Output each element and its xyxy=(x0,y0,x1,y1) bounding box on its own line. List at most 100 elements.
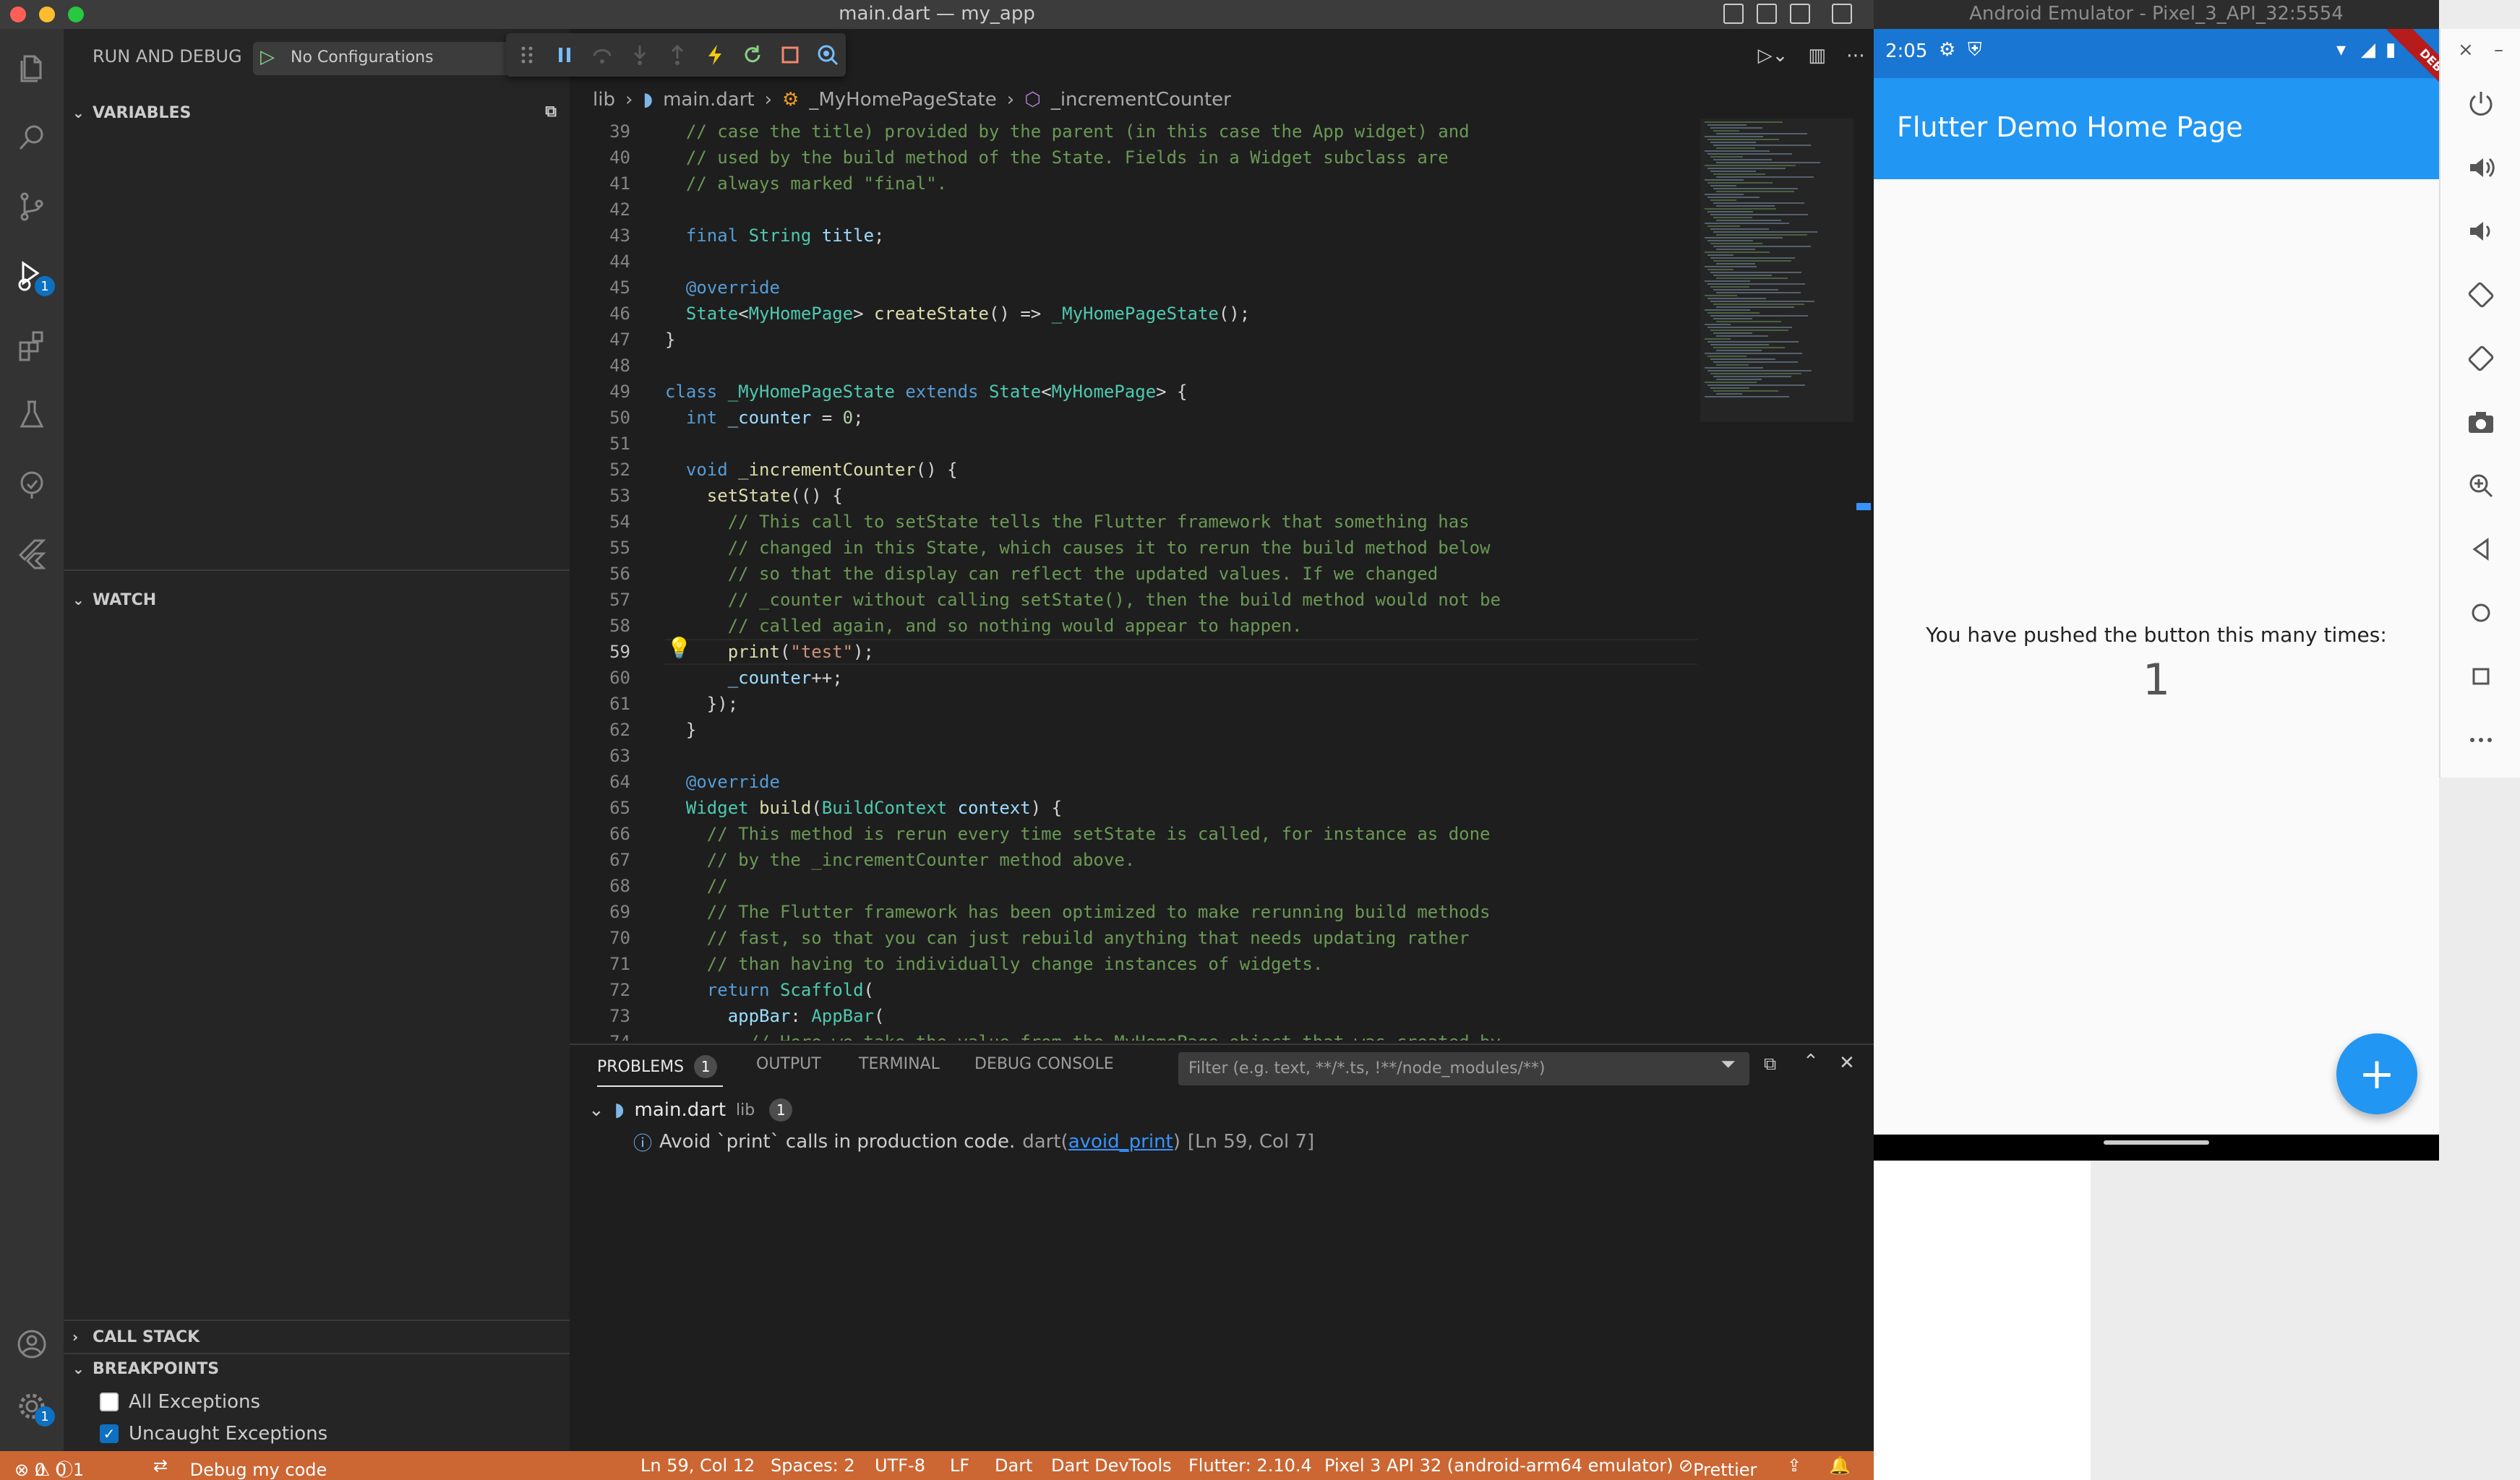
close-emulator-icon[interactable]: × xyxy=(2458,39,2474,61)
all-exceptions-checkbox[interactable] xyxy=(100,1393,119,1411)
encoding-status[interactable]: UTF-8 xyxy=(875,1455,925,1476)
start-debug-icon[interactable]: ▷ xyxy=(260,46,275,68)
lightbulb-icon[interactable]: 💡 xyxy=(667,636,692,660)
problems-filter-input[interactable]: Filter (e.g. text, **/*.ts, !**/node_mod… xyxy=(1178,1052,1749,1085)
volume-down-icon[interactable] xyxy=(2462,212,2500,250)
restart-icon[interactable] xyxy=(739,41,766,69)
run-icon[interactable]: ▷⌄ xyxy=(1758,45,1788,66)
debug-configuration-select[interactable]: ▷ No Configurations ⌄ xyxy=(253,42,538,75)
uncaught-exceptions-checkbox[interactable]: ✓ xyxy=(100,1424,119,1443)
code-line[interactable]: // _counter without calling setState(), … xyxy=(665,590,1501,610)
volume-up-icon[interactable] xyxy=(2462,149,2500,186)
code-line[interactable]: // This method is rerun every time setSt… xyxy=(665,824,1491,844)
search-icon[interactable] xyxy=(14,120,49,155)
toggle-sidebar-icon[interactable] xyxy=(1723,4,1744,24)
home-gesture-pill[interactable] xyxy=(2104,1140,2209,1145)
phone-screen[interactable]: 2:05 ⚙ ⛨ ▾ ◢ ▮ Flutter Demo Home Page DE… xyxy=(1874,29,2439,1135)
prettier-status[interactable]: ⊘ Prettier xyxy=(1679,1455,1757,1480)
step-out-icon[interactable] xyxy=(664,41,691,69)
toggle-panel-icon[interactable] xyxy=(1757,4,1777,24)
hot-reload-icon[interactable] xyxy=(701,41,729,69)
split-editor-icon[interactable]: ▥ xyxy=(1808,45,1826,66)
code-line[interactable]: State<MyHomePage> createState() => _MyHo… xyxy=(665,304,1250,324)
cursor-position-status[interactable]: Ln 59, Col 12 xyxy=(640,1455,755,1476)
code-line[interactable]: // so that the display can reflect the u… xyxy=(665,564,1439,584)
breakpoints-section-header[interactable]: ⌄ BREAKPOINTS xyxy=(64,1353,570,1385)
flutter-version-status[interactable]: Flutter: 2.10.4 xyxy=(1188,1455,1312,1476)
open-devtools-icon[interactable] xyxy=(814,41,841,69)
rotate-right-icon[interactable] xyxy=(2462,340,2500,377)
tab-debug-console[interactable]: DEBUG CONSOLE xyxy=(974,1055,1114,1073)
breakpoint-uncaught-exceptions[interactable]: ✓ Uncaught Exceptions xyxy=(100,1419,327,1448)
drag-handle-icon[interactable] xyxy=(513,41,541,69)
device-status[interactable]: Pixel 3 API 32 (android-arm64 emulator) xyxy=(1324,1455,1673,1476)
code-line[interactable]: // The Flutter framework has been optimi… xyxy=(665,902,1491,922)
run-and-debug-icon[interactable]: 1 xyxy=(14,259,55,296)
problem-code-link[interactable]: avoid_print xyxy=(1068,1131,1173,1153)
code-line[interactable]: int _counter = 0; xyxy=(665,408,864,428)
collapse-all-icon[interactable]: ⧉ xyxy=(1764,1054,1776,1074)
code-line[interactable]: // always marked "final". xyxy=(665,173,947,194)
minimize-emulator-icon[interactable]: – xyxy=(2494,39,2503,61)
camera-icon[interactable] xyxy=(2462,403,2500,441)
problem-file-row[interactable]: ⌄ ◗ main.dart lib 1 xyxy=(588,1096,793,1124)
more-actions-icon[interactable]: ⋯ xyxy=(1846,45,1865,66)
code-line[interactable]: // changed in this State, which causes i… xyxy=(665,538,1491,558)
manage-gear-icon[interactable]: 1 xyxy=(14,1389,55,1427)
power-icon[interactable] xyxy=(2462,85,2500,123)
overview-icon[interactable] xyxy=(2462,658,2500,695)
code-line[interactable]: Widget build(BuildContext context) { xyxy=(665,798,1062,818)
debug-status[interactable]: ⇄ Debug my code xyxy=(153,1455,327,1480)
eol-status[interactable]: LF xyxy=(950,1455,969,1476)
tab-output[interactable]: OUTPUT xyxy=(756,1055,821,1073)
problems-status[interactable]: ⊗ 0 ⚠ 0 ⓘ 1 xyxy=(14,1455,84,1480)
code-line[interactable]: appBar: AppBar( xyxy=(665,1006,885,1026)
tab-problems[interactable]: PROBLEMS 1 xyxy=(597,1055,718,1078)
code-line[interactable]: void _incrementCounter() { xyxy=(665,460,958,480)
call-stack-section-header[interactable]: › CALL STACK xyxy=(64,1321,570,1353)
more-options-icon[interactable] xyxy=(2462,721,2500,759)
stop-icon[interactable] xyxy=(776,41,804,69)
home-icon[interactable] xyxy=(2462,594,2500,632)
code-line[interactable]: // fast, so that you can just rebuild an… xyxy=(665,928,1470,948)
editor-scrollbar[interactable] xyxy=(1853,119,1874,1044)
code-line[interactable]: // by the _incrementCounter method above… xyxy=(665,850,1135,870)
breadcrumb-item[interactable]: lib xyxy=(593,89,615,111)
variables-section-header[interactable]: ⌄ VARIABLES ⧉ xyxy=(64,97,570,129)
filter-icon[interactable]: ⏷ xyxy=(1720,1054,1736,1076)
pause-icon[interactable] xyxy=(551,41,578,69)
extensions-icon[interactable] xyxy=(14,328,49,363)
code-line[interactable]: // Here we take the value from the MyHom… xyxy=(665,1032,1501,1041)
breadcrumb-item[interactable]: _MyHomePageState xyxy=(809,89,996,111)
code-line[interactable]: _counter++; xyxy=(665,668,843,688)
code-line[interactable]: // used by the build method of the State… xyxy=(665,147,1449,168)
watch-section-header[interactable]: ⌄ WATCH xyxy=(64,584,570,616)
code-line[interactable]: // called again, and so nothing would ap… xyxy=(665,616,1303,636)
code-line[interactable]: } xyxy=(665,720,696,740)
code-line[interactable]: @override xyxy=(665,772,780,792)
minimap[interactable] xyxy=(1700,119,1853,1044)
toggle-secondary-sidebar-icon[interactable] xyxy=(1790,4,1810,24)
code-line[interactable]: }); xyxy=(665,694,738,714)
back-icon[interactable] xyxy=(2462,530,2500,568)
testing-icon[interactable] xyxy=(14,397,49,432)
rotate-left-icon[interactable] xyxy=(2462,276,2500,314)
close-panel-icon[interactable]: ✕ xyxy=(1839,1052,1855,1074)
problem-row[interactable]: ⓘ Avoid `print` calls in production code… xyxy=(633,1127,1314,1156)
code-editor[interactable]: 39 // case the title) provided by the pa… xyxy=(570,119,1697,1041)
live-share-icon[interactable]: ⇪ xyxy=(1787,1455,1801,1476)
code-line[interactable]: } xyxy=(665,330,675,350)
tab-terminal[interactable]: TERMINAL xyxy=(859,1055,940,1073)
breakpoint-all-exceptions[interactable]: All Exceptions xyxy=(100,1388,260,1416)
remote-explorer-icon[interactable] xyxy=(14,467,49,502)
code-line[interactable]: // This call to setState tells the Flutt… xyxy=(665,512,1470,532)
explorer-icon[interactable] xyxy=(14,51,49,85)
source-control-icon[interactable] xyxy=(14,189,49,224)
breadcrumb-item[interactable]: main.dart xyxy=(663,89,755,111)
notifications-bell-icon[interactable]: 🔔 xyxy=(1829,1455,1851,1476)
breadcrumb-item[interactable]: _incrementCounter xyxy=(1051,89,1231,111)
code-line[interactable]: setState(() { xyxy=(665,486,843,506)
zoom-icon[interactable] xyxy=(2462,467,2500,504)
code-line[interactable]: return Scaffold( xyxy=(665,980,874,1000)
step-into-icon[interactable] xyxy=(626,41,653,69)
